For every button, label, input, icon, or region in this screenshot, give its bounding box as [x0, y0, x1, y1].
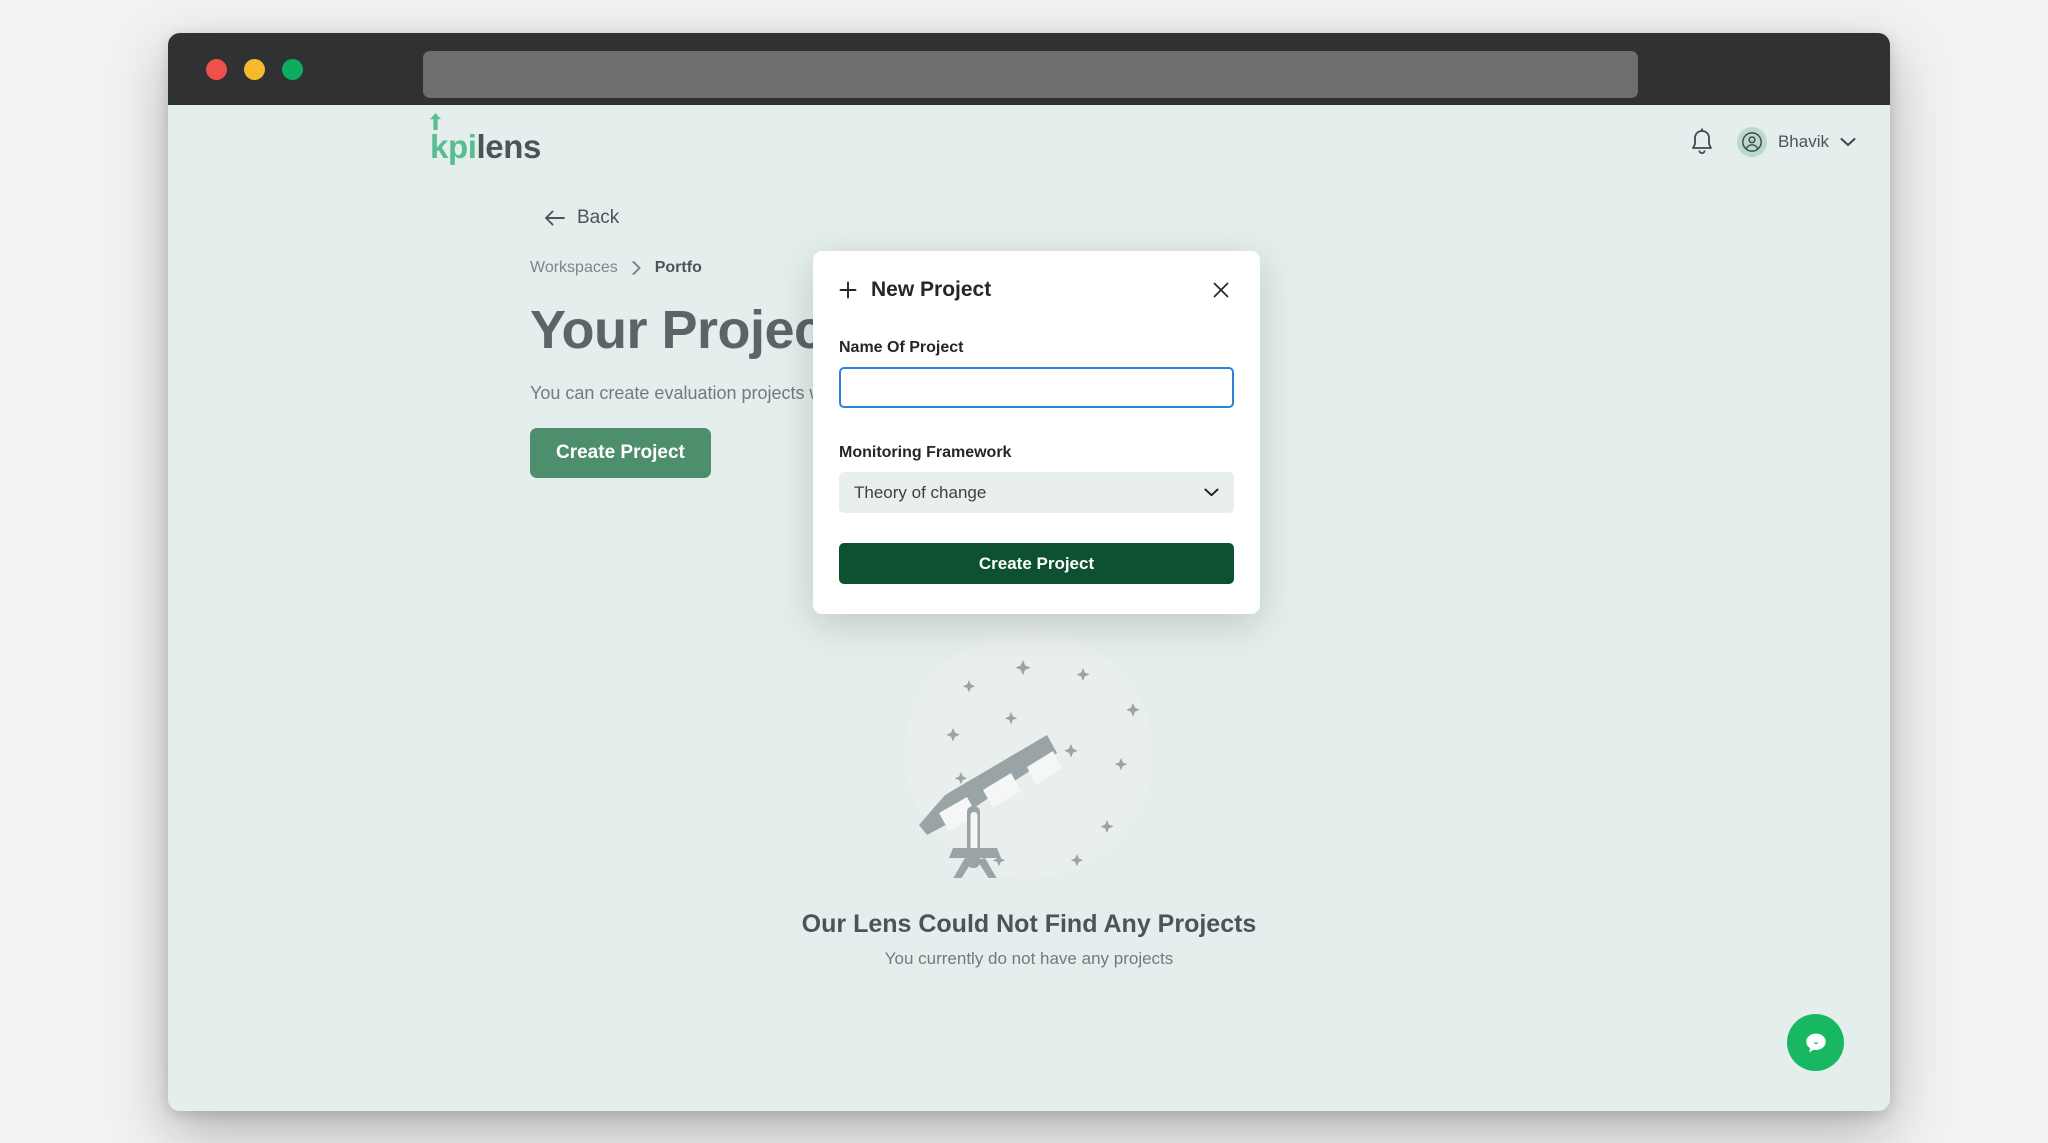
chat-widget-button[interactable] [1787, 1014, 1844, 1071]
user-menu[interactable]: Bhavik [1736, 127, 1856, 157]
modal-title: New Project [839, 278, 991, 302]
logo-text-primary: kpi [430, 128, 477, 165]
up-arrow-icon [430, 113, 441, 130]
app-page: kpi lens Bhavik Back Workspaces Portfo Y… [168, 105, 1890, 1111]
monitoring-framework-select[interactable]: Theory of change [839, 472, 1234, 513]
user-avatar-icon [1742, 132, 1762, 152]
breadcrumb-item-workspaces[interactable]: Workspaces [530, 259, 618, 277]
empty-state: Our Lens Could Not Find Any Projects You… [168, 630, 1890, 969]
logo-text-secondary: lens [476, 128, 541, 165]
browser-titlebar [168, 33, 1890, 105]
browser-address-bar[interactable] [423, 51, 1638, 98]
back-button-label: Back [577, 207, 620, 228]
chat-bubble-icon [1805, 1033, 1826, 1052]
telescope-icon [919, 660, 1140, 882]
arrow-left-icon [545, 210, 565, 226]
back-button[interactable]: Back [544, 207, 619, 229]
chevron-right-icon [632, 261, 641, 275]
logo-k-arrow: kpi [430, 113, 477, 165]
app-header: kpi lens Bhavik [168, 105, 1890, 185]
app-logo[interactable]: kpi lens [430, 113, 541, 165]
window-close-button[interactable] [206, 58, 227, 80]
bell-icon[interactable] [1689, 128, 1715, 156]
modal-title-label: New Project [871, 278, 992, 301]
modal-create-project-button[interactable]: Create Project [839, 543, 1234, 584]
header-actions: Bhavik [1689, 127, 1856, 157]
project-name-label: Name Of Project [839, 339, 964, 356]
close-modal-button[interactable] [1208, 277, 1234, 303]
empty-state-subtitle: You currently do not have any projects [884, 949, 1174, 968]
traffic-lights [206, 58, 303, 80]
close-icon [1213, 282, 1229, 298]
breadcrumb-item-portfolio[interactable]: Portfo [655, 259, 702, 277]
user-name-label: Bhavik [1777, 132, 1829, 151]
telescope-illustration [905, 630, 1153, 882]
browser-window: kpi lens Bhavik Back Workspaces Portfo Y… [168, 33, 1890, 1111]
window-maximize-button[interactable] [282, 58, 303, 80]
create-project-button[interactable]: Create Project [530, 428, 711, 478]
window-minimize-button[interactable] [244, 58, 265, 80]
monitoring-framework-label: Monitoring Framework [839, 444, 1012, 461]
plus-icon [839, 281, 857, 299]
empty-state-title: Our Lens Could Not Find Any Projects [801, 910, 1257, 938]
avatar [1736, 127, 1767, 157]
monitoring-framework-select-wrapper: Theory of change [839, 472, 1234, 513]
chevron-down-icon[interactable] [1840, 137, 1856, 147]
new-project-modal: New Project Name Of Project Monitoring F… [813, 251, 1260, 614]
modal-header: New Project [839, 277, 1234, 303]
project-name-input[interactable] [839, 367, 1234, 408]
